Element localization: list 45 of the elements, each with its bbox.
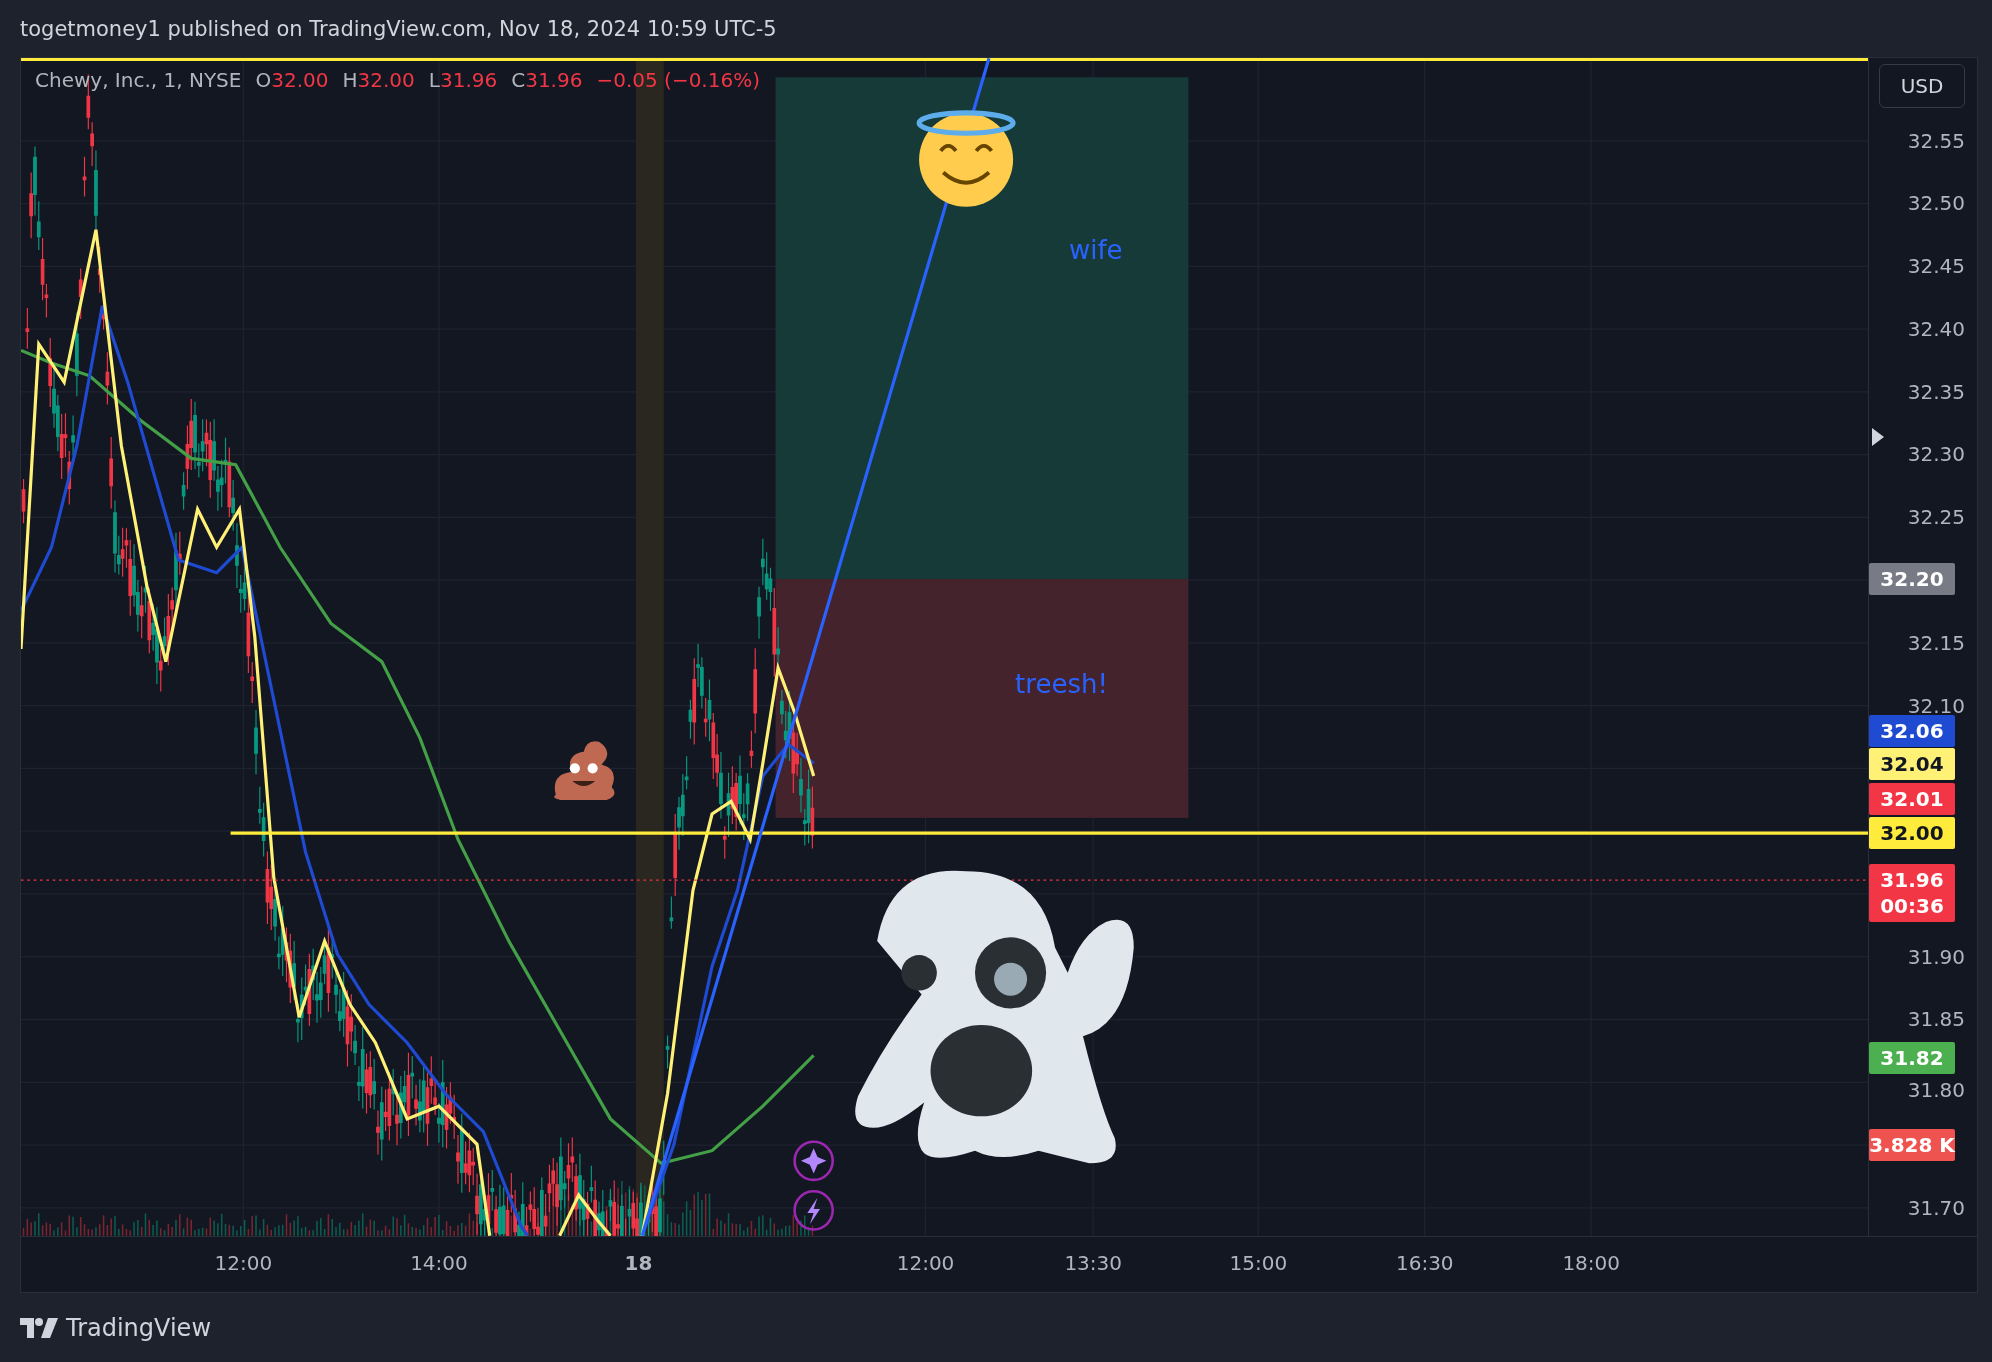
- ohlc-value: O32.00: [255, 68, 329, 92]
- price-tick: 31.80: [1907, 1078, 1965, 1103]
- time-tick: 18: [624, 1251, 653, 1275]
- price-change: −0.05 (−0.16%): [596, 68, 760, 92]
- chart-note: treesh!: [1015, 669, 1108, 700]
- price-tick: 31.85: [1907, 1007, 1965, 1032]
- logo-icon: [20, 1317, 58, 1338]
- triangle-icon: [1871, 426, 1885, 447]
- sparkle-icon: [793, 1140, 834, 1182]
- price-badge: 32.20: [1869, 562, 1955, 595]
- halo-face-icon: [916, 110, 1016, 207]
- time-tick: 16:30: [1395, 1251, 1454, 1275]
- ohlc-value: L31.96: [428, 68, 498, 92]
- price-badge: 32.00: [1869, 816, 1955, 849]
- lightning-icon: [793, 1190, 834, 1231]
- price-badge: 32.01: [1869, 782, 1955, 815]
- time-tick: 13:30: [1064, 1251, 1122, 1275]
- price-tick: 32.50: [1907, 191, 1965, 216]
- brand-name: TradingView: [66, 1313, 211, 1342]
- price-tick: 32.30: [1907, 442, 1965, 467]
- time-tick: 14:00: [410, 1251, 468, 1275]
- price-tick: 32.55: [1907, 128, 1965, 153]
- currency-button[interactable]: USD: [1879, 64, 1965, 108]
- chart-note: wife: [1068, 234, 1123, 265]
- ohlc-value: H32.00: [342, 68, 415, 92]
- price-tick: 31.90: [1907, 944, 1965, 969]
- ohlc-value: C31.96: [511, 68, 583, 92]
- price-tick: 32.25: [1907, 505, 1965, 530]
- price-badge: 32.06: [1869, 715, 1955, 748]
- price-tick: 32.35: [1907, 379, 1965, 404]
- price-badge: 31.82: [1869, 1041, 1955, 1074]
- price-badge: 31.96 00:36: [1869, 864, 1955, 923]
- price-badge: 32.04: [1869, 748, 1955, 781]
- time-tick: 12:00: [896, 1251, 955, 1275]
- publish-info: togetmoney1 published on TradingView.com, Nov 18, 2024 10:59 UTC-5: [20, 16, 777, 41]
- price-tick: 32.10: [1907, 693, 1965, 718]
- time-tick: 15:00: [1229, 1251, 1288, 1275]
- price-tick: 31.70: [1907, 1195, 1965, 1220]
- time-tick: 12:00: [214, 1251, 273, 1275]
- poop-icon: [554, 741, 615, 801]
- price-tick: 32.45: [1907, 254, 1965, 279]
- price-tick: 32.40: [1907, 316, 1965, 341]
- time-tick: 18:00: [1562, 1251, 1620, 1275]
- price-tick: 32.15: [1907, 630, 1965, 655]
- price-badge: 3.828 K: [1869, 1129, 1955, 1162]
